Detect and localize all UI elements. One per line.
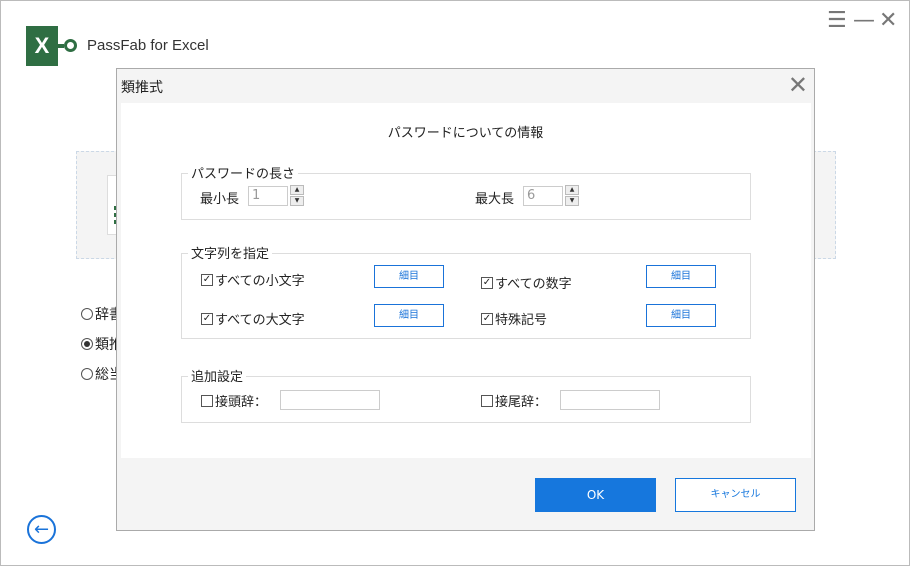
symbols-detail-button[interactable]: 細目 <box>646 304 716 327</box>
ok-button[interactable]: OK <box>535 478 656 512</box>
prefix-checkbox[interactable]: 接頭辞： <box>201 391 267 410</box>
app-title: PassFab for Excel <box>87 37 209 54</box>
app-logo: X <box>26 26 58 66</box>
max-up-icon[interactable]: ▲ <box>565 185 579 195</box>
cancel-button[interactable]: キャンセル <box>675 478 796 512</box>
checkbox-label: すべての数字 <box>495 277 572 292</box>
lowercase-checkbox[interactable]: ✓ すべての小文字 <box>201 270 305 289</box>
logo-key-icon <box>64 39 77 52</box>
menu-icon[interactable]: ☰ <box>827 9 847 33</box>
dialog-close-icon[interactable]: ✕ <box>788 71 808 99</box>
checkbox-checked-icon: ✓ <box>201 312 213 325</box>
extra-legend: 追加設定 <box>188 366 247 385</box>
prefix-input[interactable] <box>280 390 380 410</box>
radio-icon <box>81 368 93 380</box>
symbols-checkbox[interactable]: ✓ 特殊記号 <box>481 309 547 328</box>
max-down-icon[interactable]: ▼ <box>565 196 579 206</box>
extra-settings-group: 追加設定 接頭辞： 接尾辞： <box>181 366 751 423</box>
radio-icon <box>81 338 93 350</box>
min-down-icon[interactable]: ▼ <box>290 196 304 206</box>
digits-checkbox[interactable]: ✓ すべての数字 <box>481 273 572 292</box>
checkbox-checked-icon: ✓ <box>481 312 493 325</box>
minimize-icon[interactable]: — <box>853 9 875 33</box>
checkbox-checked-icon: ✓ <box>201 273 213 286</box>
digits-detail-button[interactable]: 細目 <box>646 265 716 288</box>
suffix-checkbox[interactable]: 接尾辞： <box>481 391 547 410</box>
guess-attack-dialog: 類推式 ✕ パスワードについての情報 パスワードの長さ 最小長 1 ▲ ▼ 最大… <box>116 68 815 531</box>
max-length-label: 最大長 <box>475 192 515 207</box>
min-length-input[interactable]: 1 <box>248 186 288 206</box>
dialog-heading: パスワードについての情報 <box>387 126 544 141</box>
charset-group: 文字列を指定 ✓ すべての小文字 細目 ✓ すべての数字 細目 ✓ すべての大文字 細… <box>181 243 751 339</box>
length-legend: パスワードの長さ <box>188 163 299 182</box>
radio-icon <box>81 308 93 320</box>
checkbox-label: すべての大文字 <box>215 313 305 328</box>
checkbox-label: 接尾辞： <box>495 395 548 410</box>
uppercase-detail-button[interactable]: 細目 <box>374 304 444 327</box>
lowercase-detail-button[interactable]: 細目 <box>374 265 444 288</box>
length-group: パスワードの長さ 最小長 1 ▲ ▼ 最大長 6 ▲ ▼ <box>181 163 751 220</box>
checkbox-checked-icon: ✓ <box>481 276 493 289</box>
suffix-input[interactable] <box>560 390 660 410</box>
checkbox-label: 接頭辞： <box>215 395 268 410</box>
checkbox-unchecked-icon <box>481 394 493 407</box>
back-button[interactable]: ← <box>27 515 56 544</box>
checkbox-label: すべての小文字 <box>215 274 305 289</box>
uppercase-checkbox[interactable]: ✓ すべての大文字 <box>201 309 305 328</box>
checkbox-label: 特殊記号 <box>495 313 548 328</box>
min-up-icon[interactable]: ▲ <box>290 185 304 195</box>
close-icon[interactable]: ✕ <box>879 9 897 33</box>
checkbox-unchecked-icon <box>201 394 213 407</box>
max-length-input[interactable]: 6 <box>523 186 563 206</box>
charset-legend: 文字列を指定 <box>188 243 273 262</box>
dialog-title: 類推式 <box>121 80 163 96</box>
min-length-label: 最小長 <box>200 192 240 207</box>
